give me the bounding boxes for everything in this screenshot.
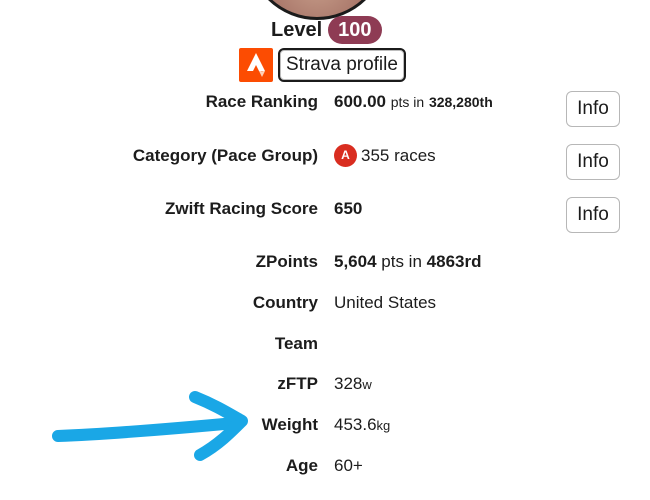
zpoints-value: 5,604 pts in 4863rd — [334, 251, 481, 273]
level-badge: 100 — [328, 16, 382, 44]
race-ranking-rank: 328,280th — [428, 94, 493, 110]
category-badge-icon: A — [334, 144, 357, 168]
strava-profile-button[interactable]: Strava profile — [278, 48, 406, 82]
weight-number: 453.6 — [334, 415, 377, 434]
zpoints-points: 5,604 — [334, 252, 377, 271]
strava-logo-icon — [239, 48, 273, 82]
zrs-value-text: 650 — [334, 199, 363, 218]
strava-row: Strava profile — [239, 47, 406, 83]
zftp-number: 328 — [334, 374, 363, 393]
annotation-arrow-icon — [52, 391, 248, 461]
category-info-button[interactable]: Info — [566, 144, 620, 180]
category-value: 355 races — [361, 146, 436, 165]
category-value-row: A 355 races — [334, 144, 436, 168]
race-ranking-pts-text: pts in — [390, 94, 425, 110]
race-ranking-info-button[interactable]: Info — [566, 91, 620, 127]
zrs-label: Zwift Racing Score — [164, 199, 318, 218]
zrs-info-button[interactable]: Info — [566, 197, 620, 233]
country-label: Country — [252, 293, 318, 312]
race-ranking-label: Race Ranking — [205, 92, 318, 111]
zftp-value: 328w — [334, 373, 372, 396]
profile-page: Level 100 Strava profile Race Ranking 60… — [0, 0, 650, 500]
race-ranking-value: 600.00 pts in 328,280th — [334, 91, 493, 113]
age-value: 60+ — [334, 456, 363, 475]
zpoints-rank: 4863rd — [426, 252, 482, 271]
level-label: Level — [271, 18, 323, 41]
category-label: Category (Pace Group) — [132, 146, 318, 165]
level-row: Level 100 — [271, 14, 382, 46]
zrs-value: 650 — [334, 198, 362, 220]
country-value: United States — [334, 293, 437, 312]
weight-unit: kg — [376, 418, 391, 433]
zpoints-label: ZPoints — [255, 252, 318, 271]
zftp-unit: w — [362, 377, 372, 392]
team-label: Team — [274, 334, 318, 353]
race-ranking-points: 600.00 — [334, 92, 386, 111]
zpoints-pts-text: pts in — [381, 252, 422, 271]
weight-value: 453.6kg — [334, 414, 390, 437]
